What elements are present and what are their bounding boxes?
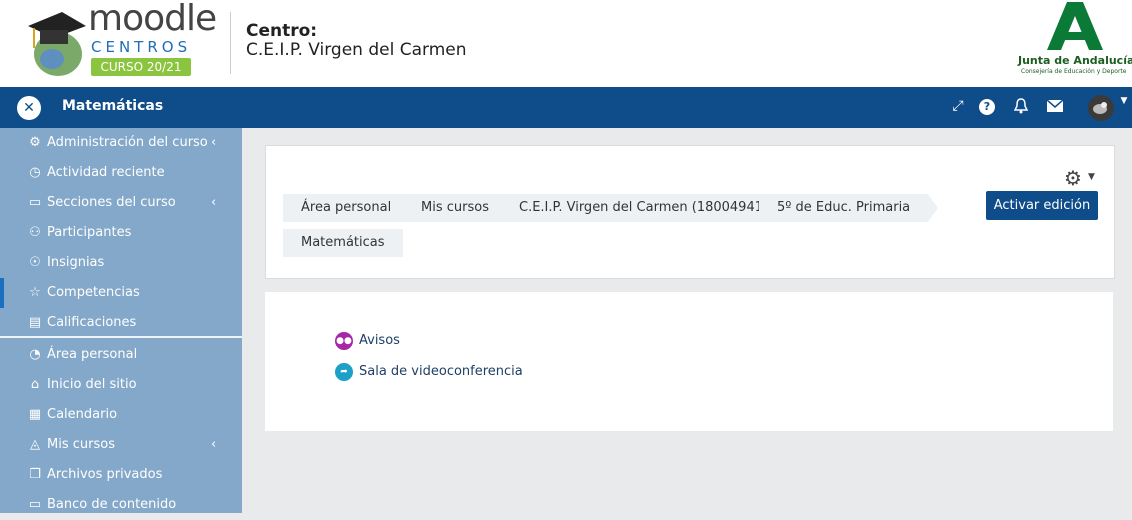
page-header-card: ⚙ ▼ Activar edición Área personal Mis cu… (265, 145, 1115, 279)
chevron-left-icon: ‹ (211, 437, 217, 452)
sidebar-item-calendario[interactable]: ▦ Calendario (0, 400, 242, 430)
expand-icon[interactable]: ⤢ (949, 98, 967, 114)
sidebar-item-label: Calendario (47, 407, 118, 422)
star-icon: ☆ (29, 285, 41, 300)
breadcrumb-item[interactable]: C.E.I.P. Virgen del Carmen (18004941) (501, 194, 797, 222)
centro-name: C.E.I.P. Virgen del Carmen (246, 40, 467, 60)
chevron-down-icon[interactable]: ▼ (1088, 172, 1095, 182)
logo-subtitle: CENTROS (91, 38, 192, 56)
breadcrumb-item: Matemáticas (283, 229, 403, 257)
table-icon: ▤ (28, 315, 42, 330)
sidebar-item-participantes[interactable]: ⚇ Participantes (0, 218, 242, 248)
gear-icon[interactable]: ⚙ (1064, 166, 1082, 190)
sidebar-item-archivos[interactable]: ❐ Archivos privados (0, 460, 242, 490)
junta-subtitle: Consejería de Educación y Deporte (1021, 68, 1127, 75)
sidebar-item-actividad[interactable]: ◷ Actividad reciente (0, 158, 242, 188)
junta-title: Junta de Andalucía (1018, 54, 1132, 67)
logo-word: moodle (88, 0, 217, 39)
module-label: Sala de videoconferencia (359, 364, 523, 379)
sidebar-item-label: Participantes (47, 225, 132, 240)
graduation-icon: ◬ (30, 437, 40, 452)
breadcrumb-item[interactable]: Área personal (283, 194, 420, 222)
sidebar-item-label: Área personal (47, 347, 138, 362)
users-icon: ⚇ (29, 225, 41, 240)
avatar[interactable] (1088, 95, 1114, 121)
help-icon[interactable]: ? (979, 99, 995, 115)
sidebar-item-mis-cursos[interactable]: ◬ Mis cursos ‹ (0, 430, 242, 460)
graduation-cap-logo-icon (28, 12, 86, 76)
folder-icon: ▭ (28, 497, 42, 512)
chevron-left-icon: ‹ (211, 195, 217, 210)
bell-icon[interactable] (1012, 98, 1030, 118)
active-indicator (0, 278, 4, 308)
site-header: moodle CENTROS CURSO 20/21 Centro: C.E.I… (0, 0, 1132, 87)
user-menu-caret-icon[interactable]: ▼ (1115, 96, 1132, 106)
chevron-left-icon: ‹ (211, 135, 217, 150)
sidebar-item-label: Insignias (47, 255, 105, 270)
sidebar-item-label: Archivos privados (47, 467, 163, 482)
junta-emblem-icon (1047, 2, 1103, 50)
junta-andalucia-logo[interactable]: Junta de Andalucía Consejería de Educaci… (1015, 2, 1132, 82)
sidebar-item-label: Administración del curso (47, 135, 208, 150)
logo-course-badge: CURSO 20/21 (91, 58, 191, 76)
home-icon: ⌂ (30, 377, 40, 392)
course-content: ●● Avisos ➦ Sala de videoconferencia (265, 292, 1113, 431)
module-label: Avisos (359, 333, 400, 348)
sidebar-item-label: Competencias (47, 285, 140, 300)
folder-icon: ▭ (28, 195, 42, 210)
badge-icon: ☉ (29, 255, 41, 270)
sidebar-item-administracion[interactable]: ⚙ Administración del curso ‹ (0, 128, 242, 158)
calendar-icon: ▦ (28, 407, 42, 422)
moodle-centros-logo[interactable]: moodle CENTROS CURSO 20/21 (24, 0, 217, 78)
gears-icon: ⚙ (29, 135, 41, 150)
sidebar-item-label: Secciones del curso (47, 195, 176, 210)
sidebar-item-label: Actividad reciente (47, 165, 165, 180)
sidebar-item-label: Mis cursos (47, 437, 115, 452)
header-divider (230, 12, 231, 74)
sidebar-item-label: Inicio del sitio (47, 377, 137, 392)
sidebar-item-secciones[interactable]: ▭ Secciones del curso ‹ (0, 188, 242, 218)
navbar: ✕ Matemáticas ⤢ ? ▼ (0, 87, 1132, 128)
sidebar-divider (0, 336, 242, 338)
sidebar-item-label: Banco de contenido (47, 497, 177, 512)
mail-icon[interactable] (1046, 99, 1064, 116)
sidebar-item-area-personal[interactable]: ◔ Área personal (0, 340, 242, 370)
activar-edicion-button[interactable]: Activar edición (986, 191, 1098, 220)
url-icon: ➦ (335, 363, 353, 381)
sidebar: ⚙ Administración del curso ‹ ◷ Actividad… (0, 128, 242, 513)
close-drawer-button[interactable]: ✕ (17, 96, 41, 120)
sidebar-item-calificaciones[interactable]: ▤ Calificaciones (0, 308, 242, 338)
sidebar-item-inicio[interactable]: ⌂ Inicio del sitio (0, 370, 242, 400)
breadcrumb-item[interactable]: Mis cursos (403, 194, 517, 222)
dashboard-icon: ◔ (29, 347, 41, 362)
course-title[interactable]: Matemáticas (62, 98, 163, 114)
sidebar-item-banco[interactable]: ▭ Banco de contenido (0, 490, 242, 520)
forum-icon: ●● (335, 332, 353, 350)
breadcrumb-item[interactable]: 5º de Educ. Primaria (759, 194, 939, 222)
clock-icon: ◷ (29, 165, 41, 180)
centro-label: Centro: (246, 21, 318, 41)
files-icon: ❐ (29, 467, 41, 482)
sidebar-item-label: Calificaciones (47, 315, 137, 330)
sidebar-item-competencias[interactable]: ☆ Competencias (0, 278, 242, 308)
sidebar-item-insignias[interactable]: ☉ Insignias (0, 248, 242, 278)
